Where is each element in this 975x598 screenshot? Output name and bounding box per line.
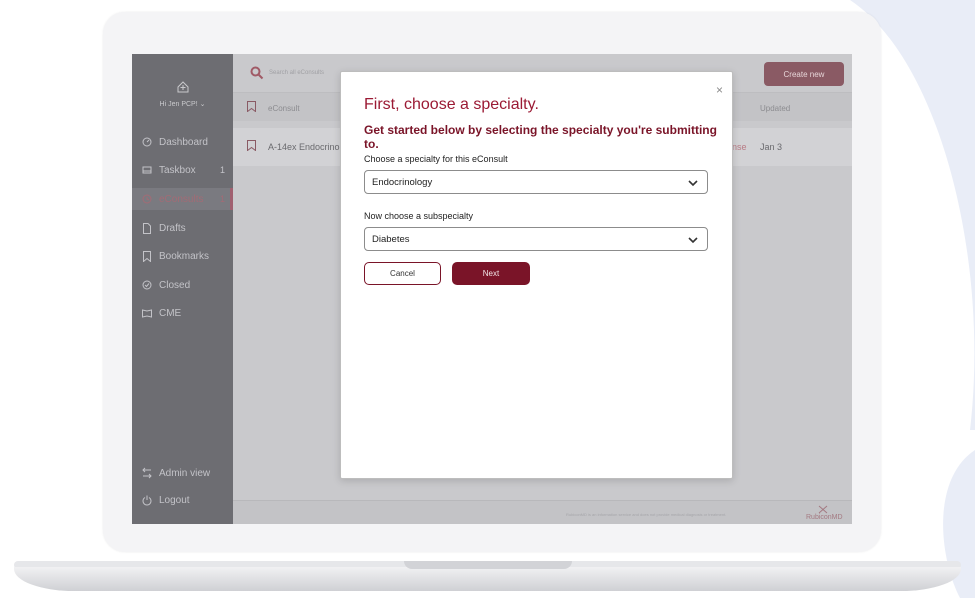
- sidebar-item-label: Closed: [159, 279, 191, 291]
- sidebar-item-taskbox[interactable]: Taskbox 1: [132, 159, 233, 181]
- inbox-icon: [141, 165, 152, 176]
- check-circle-icon: [141, 280, 152, 291]
- sidebar: Hi Jen PCP! ⌄ Dashboard Taskbox 1 eConsu…: [132, 54, 233, 524]
- document-icon: [141, 222, 152, 234]
- create-new-button[interactable]: Create new: [764, 62, 844, 86]
- specialty-modal: × First, choose a specialty. Get started…: [340, 71, 733, 479]
- admin-view-label: Admin view: [159, 467, 211, 479]
- clock-icon: [141, 194, 152, 205]
- close-icon[interactable]: ×: [716, 83, 723, 97]
- sidebar-item-label: Dashboard: [159, 136, 208, 148]
- sidebar-item-label: CME: [159, 307, 182, 319]
- sidebar-item-econsults[interactable]: eConsults 1: [132, 188, 233, 210]
- sidebar-item-label: Drafts: [159, 222, 186, 234]
- laptop-base: [14, 567, 961, 591]
- home-icon: [177, 81, 188, 93]
- taskbox-count-badge: 1: [219, 165, 225, 175]
- sidebar-item-bookmarks[interactable]: Bookmarks: [132, 245, 233, 267]
- bookmark-icon[interactable]: [247, 140, 256, 151]
- econsult-id: A-14ex Endocrino: [268, 142, 340, 152]
- logo-icon: [818, 505, 828, 514]
- footer-disclaimer: RubiconMD is an information service and …: [566, 512, 727, 517]
- updated-date: Jan 3: [760, 142, 783, 152]
- modal-title: First, choose a specialty.: [364, 96, 539, 113]
- chevron-down-icon: [688, 237, 698, 244]
- dashboard-icon: [141, 137, 152, 148]
- admin-view-link[interactable]: Admin view: [132, 462, 233, 484]
- swap-arrows-icon: [141, 467, 152, 479]
- column-header-econsult[interactable]: eConsult: [268, 104, 300, 113]
- specialty-value: Endocrinology: [372, 176, 433, 188]
- power-icon: [141, 495, 152, 506]
- logout-label: Logout: [159, 494, 190, 506]
- user-menu[interactable]: Hi Jen PCP! ⌄: [132, 80, 233, 109]
- sidebar-item-label: Bookmarks: [159, 250, 210, 262]
- sidebar-item-drafts[interactable]: Drafts: [132, 217, 233, 239]
- chevron-down-icon: [688, 180, 698, 187]
- book-icon: [141, 308, 152, 319]
- user-greeting: Hi Jen PCP! ⌄: [159, 101, 206, 108]
- specialty-label: Choose a specialty for this eConsult: [364, 154, 508, 164]
- modal-subtitle: Get started below by selecting the speci…: [364, 123, 717, 151]
- cancel-button[interactable]: Cancel: [364, 262, 441, 285]
- footer: RubiconMD is an information service and …: [233, 500, 852, 524]
- sidebar-item-cme[interactable]: CME: [132, 302, 233, 324]
- subspecialty-label: Now choose a subspecialty: [364, 211, 474, 221]
- footer-logo: RubiconMD: [806, 514, 843, 521]
- logout-link[interactable]: Logout: [132, 489, 233, 511]
- bookmark-icon: [247, 101, 256, 112]
- subspecialty-select[interactable]: Diabetes: [364, 227, 708, 251]
- econsults-count-badge: 1: [219, 194, 225, 204]
- next-button[interactable]: Next: [452, 262, 530, 285]
- active-indicator: [230, 188, 233, 210]
- sidebar-item-label: eConsults: [159, 193, 204, 205]
- specialty-select[interactable]: Endocrinology: [364, 170, 708, 194]
- status-text: nse: [732, 142, 747, 152]
- laptop-notch: [404, 561, 572, 569]
- search-icon[interactable]: [250, 66, 264, 80]
- subspecialty-value: Diabetes: [372, 233, 410, 245]
- sidebar-item-label: Taskbox: [159, 164, 196, 176]
- search-input[interactable]: Search all eConsults: [269, 70, 324, 76]
- sidebar-item-closed[interactable]: Closed: [132, 274, 233, 296]
- sidebar-item-dashboard[interactable]: Dashboard: [132, 131, 233, 153]
- column-header-updated[interactable]: Updated: [760, 104, 790, 113]
- bookmark-icon: [141, 250, 152, 262]
